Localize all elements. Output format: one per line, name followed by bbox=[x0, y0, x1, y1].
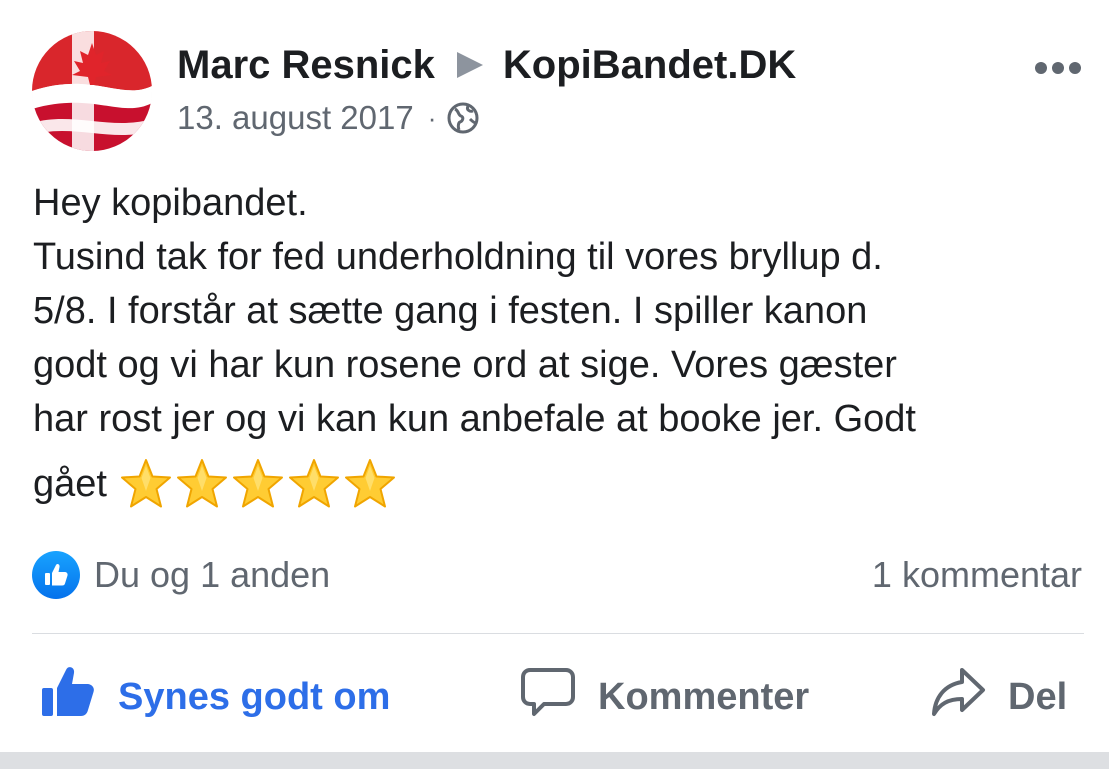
star-icon bbox=[287, 457, 341, 511]
star-icon bbox=[343, 457, 397, 511]
like-button[interactable]: Synes godt om bbox=[40, 662, 390, 732]
post-text-line: Hey kopibandet. bbox=[33, 182, 308, 224]
post-text-line: 5/8. I forstår at sætte gang i festen. I… bbox=[33, 290, 868, 332]
post-body: Hey kopibandet. Tusind tak for fed under… bbox=[33, 176, 1083, 520]
divider bbox=[32, 633, 1084, 634]
globe-icon bbox=[446, 101, 480, 135]
author-avatar[interactable] bbox=[32, 31, 152, 151]
likes-text: Du og 1 anden bbox=[94, 554, 331, 595]
star-emojis bbox=[119, 457, 397, 511]
post-date[interactable]: 13. august 2017 bbox=[177, 99, 414, 137]
thumbs-up-icon bbox=[40, 664, 96, 730]
like-reaction-icon bbox=[32, 551, 80, 599]
comment-button-label: Kommenter bbox=[598, 675, 810, 718]
post-actions: Synes godt om Kommenter Del bbox=[0, 662, 1109, 732]
like-button-label: Synes godt om bbox=[118, 675, 391, 718]
comments-count[interactable]: 1 kommentar bbox=[872, 550, 1082, 600]
meta-separator: · bbox=[427, 102, 437, 133]
star-icon bbox=[175, 457, 229, 511]
post-meta: 13. august 2017 · bbox=[177, 98, 480, 138]
author-name[interactable]: Marc Resnick bbox=[177, 43, 435, 88]
post-text-line: gået bbox=[33, 463, 107, 505]
post-text-line: godt og vi har kun rosene ord at sige. V… bbox=[33, 344, 897, 386]
share-arrow-icon bbox=[930, 664, 986, 730]
arrow-right-icon bbox=[456, 52, 483, 78]
target-page-name[interactable]: KopiBandet.DK bbox=[503, 43, 796, 88]
post-text-line: har rost jer og vi kan kun anbefale at b… bbox=[33, 398, 916, 440]
reactions-summary[interactable]: Du og 1 anden bbox=[32, 550, 330, 600]
share-button[interactable]: Del bbox=[930, 662, 1067, 732]
star-icon bbox=[119, 457, 173, 511]
comment-button[interactable]: Kommenter bbox=[520, 662, 809, 732]
post-card: Marc Resnick KopiBandet.DK 13. august 20… bbox=[0, 0, 1109, 752]
more-options-icon[interactable] bbox=[1035, 62, 1081, 74]
post-header: Marc Resnick KopiBandet.DK bbox=[177, 40, 796, 90]
post-text-last-line: gået bbox=[33, 448, 1083, 520]
share-button-label: Del bbox=[1008, 675, 1068, 718]
feed-separator bbox=[0, 752, 1109, 769]
post-text-line: Tusind tak for fed underholdning til vor… bbox=[33, 236, 883, 278]
star-icon bbox=[231, 457, 285, 511]
comment-bubble-icon bbox=[520, 664, 576, 730]
